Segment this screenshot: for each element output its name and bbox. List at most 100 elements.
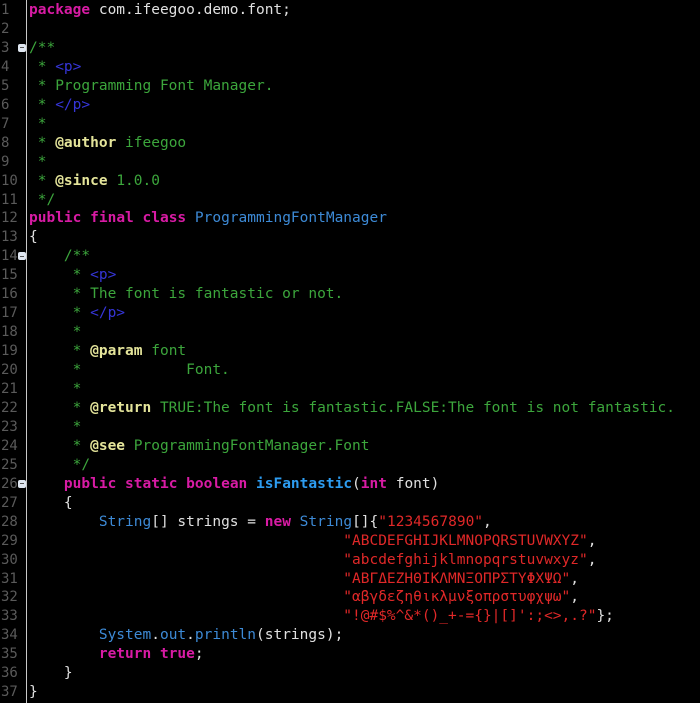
comment-token: ifeegoo (116, 134, 187, 151)
line-number: 33 (1, 608, 18, 625)
line-number: 23 (1, 418, 18, 435)
comment-token: * (29, 305, 91, 322)
code-line[interactable]: 19 * @param font (0, 342, 700, 361)
string-literal-token: "1234567890" (378, 513, 484, 530)
code-text: * </p> (29, 96, 90, 115)
type-token: System (98, 627, 152, 644)
plain-token: . (151, 627, 160, 644)
code-line[interactable]: 33 "!@#$%^&*()_+-={}|[]':;<>,.?"}; (0, 607, 700, 626)
code-line[interactable]: 13 { (0, 228, 700, 247)
code-line[interactable]: 20 * Font. (0, 361, 700, 380)
html-tag-token: </p> (90, 305, 126, 322)
fold-collapse-icon[interactable] (18, 43, 26, 52)
code-line[interactable]: 1 package com.ifeegoo.demo.font; (0, 1, 700, 20)
code-line[interactable]: 32 "αβγδεζηθικλμνξοπρστυφχψω", (0, 588, 700, 607)
line-number: 31 (1, 570, 18, 587)
code-line[interactable]: 18 * (0, 323, 700, 342)
keyword-token: new (264, 513, 291, 530)
comment-token: * (29, 267, 91, 284)
comment-token: * (29, 153, 47, 170)
comment-token: * (29, 115, 47, 132)
method-name-token: isFantastic (256, 475, 353, 492)
code-line[interactable]: 21 * (0, 380, 700, 399)
line-number: 32 (1, 589, 18, 606)
code-line[interactable]: 8 * @author ifeegoo (0, 134, 700, 153)
comment-token: */ (29, 456, 91, 473)
code-text: * @param font (29, 342, 187, 361)
annotation-token: @return (90, 399, 152, 416)
code-text: * </p> (29, 304, 125, 323)
code-line[interactable]: 3/** (0, 39, 700, 58)
line-number: 16 (1, 286, 18, 303)
code-line[interactable]: 34 System.out.println(strings); (0, 626, 700, 645)
line-number: 28 (1, 513, 18, 530)
fold-collapse-icon[interactable] (18, 252, 26, 261)
code-line[interactable]: 25 */ (0, 456, 700, 475)
code-text: * <p> (29, 58, 82, 77)
string-literal-token: "!@#$%^&*()_+-={}|[]':;<>,.?" (343, 608, 597, 625)
code-text: System.out.println(strings); (29, 626, 343, 645)
code-line[interactable]: 12 public final class ProgrammingFontMana… (0, 209, 700, 228)
code-line[interactable]: 15 * <p> (0, 266, 700, 285)
line-number: 4 (1, 58, 10, 75)
line-number: 35 (1, 646, 18, 663)
type-token: println (194, 627, 257, 644)
code-text: "ΑΒΓΔΕΖΗΘΙΚΛΜΝΞΟΠΡΣΤΥΦΧΨΩ", (29, 570, 579, 589)
code-line[interactable]: 27 { (0, 494, 700, 513)
code-line[interactable]: 35 return true; (0, 645, 700, 664)
code-line[interactable]: 11 */ (0, 191, 700, 210)
code-line[interactable]: 2 (0, 20, 700, 39)
code-line[interactable]: 17 * </p> (0, 304, 700, 323)
code-line[interactable]: 6 * </p> (0, 96, 700, 115)
code-line[interactable]: 24 * @see ProgrammingFontManager.Font (0, 437, 700, 456)
plain-token: com.ifeegoo.demo.font; (90, 2, 291, 18)
code-line[interactable]: 7 * (0, 115, 700, 134)
code-line[interactable]: 22 * @return TRUE:The font is fantastic.… (0, 399, 700, 418)
code-text: } (29, 683, 38, 702)
code-line[interactable]: 23 * (0, 418, 700, 437)
code-line[interactable]: 29 "ABCDEFGHIJKLMNOPQRSTUVWXYZ", (0, 532, 700, 551)
comment-token: * (29, 418, 82, 435)
code-text: } (29, 664, 73, 683)
code-line[interactable]: 4 * <p> (0, 58, 700, 77)
code-line[interactable]: 10 * @since 1.0.0 (0, 172, 700, 191)
code-text: * Programming Font Manager. (29, 77, 274, 96)
keyword-token: final (90, 210, 134, 227)
comment-token: * (29, 172, 56, 189)
code-editor[interactable]: 1 package com.ifeegoo.demo.font; 2 3/** 4 * … (0, 0, 700, 703)
line-number: 9 (1, 153, 10, 170)
fold-collapse-icon[interactable] (18, 479, 26, 488)
plain-token: , (587, 551, 597, 568)
line-number: 20 (1, 362, 18, 379)
code-text: "!@#$%^&*()_+-={}|[]':;<>,.?"}; (29, 607, 614, 626)
code-line[interactable]: 9 * (0, 153, 700, 172)
code-line[interactable]: 16 * The font is fantastic or not. (0, 285, 700, 304)
plain-token: font) (386, 475, 440, 492)
plain-token: ( (352, 475, 361, 492)
code-line[interactable]: 31 "ΑΒΓΔΕΖΗΘΙΚΛΜΝΞΟΠΡΣΤΥΦΧΨΩ", (0, 570, 700, 589)
code-text: * (29, 380, 82, 399)
code-text: public static boolean isFantastic(int fo… (29, 475, 439, 494)
line-number: 8 (1, 134, 10, 151)
plain-token: } (29, 665, 73, 682)
plain-token: } (29, 684, 38, 701)
code-line[interactable]: 5 * Programming Font Manager. (0, 77, 700, 96)
html-tag-token: <p> (90, 267, 117, 284)
code-line[interactable]: 14 /** (0, 247, 700, 266)
code-text: * Font. (29, 361, 230, 380)
type-token: out (159, 627, 187, 644)
code-line[interactable]: 26 public static boolean isFantastic(int… (0, 475, 700, 494)
code-line[interactable]: 30 "abcdefghijklmnopqrstuvwxyz", (0, 551, 700, 570)
code-line[interactable]: 28 String[] strings = new String[]{"1234… (0, 513, 700, 532)
string-literal-token: "ABCDEFGHIJKLMNOPQRSTUVWXYZ" (343, 532, 588, 549)
code-line[interactable]: 36 } (0, 664, 700, 683)
code-line[interactable]: 37} (0, 683, 700, 702)
comment-token: TRUE:The font is fantastic.FALSE:The fon… (151, 399, 676, 416)
code-text: { (29, 494, 73, 513)
comment-token: */ (29, 191, 56, 208)
